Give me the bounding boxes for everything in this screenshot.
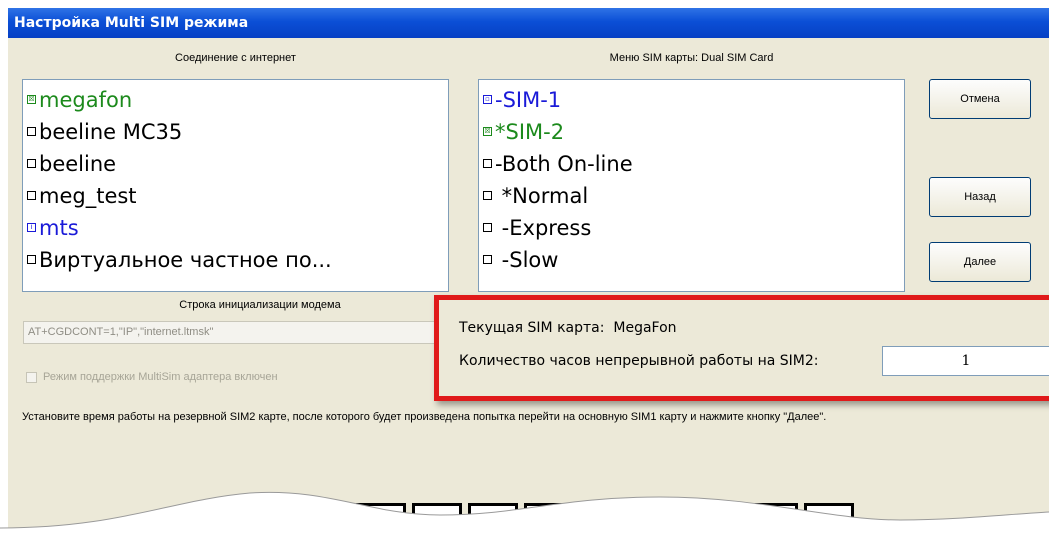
sim-menu-item-label: -Express (495, 216, 592, 240)
checkbox-icon: ▫ (483, 94, 492, 104)
current-sim-label: Текущая SIM карта: (459, 320, 605, 336)
sim-menu-listbox[interactable]: ▫ -SIM-1 ☒ *SIM-2 -Both On-line *Normal -Exp… (478, 79, 905, 292)
connection-item[interactable]: ⅰ mts (25, 212, 448, 244)
sim-menu-item[interactable]: ☒ *SIM-2 (481, 116, 904, 148)
connection-listbox[interactable]: ☒ megafon beeline MC35 beeline meg_test ⅰ mts В… (22, 79, 449, 292)
checkbox-icon: ☒ (27, 94, 36, 104)
multisim-settings-window: Настройка Multi SIM режима Соединение с … (8, 8, 1049, 549)
multisim-checkbox[interactable] (26, 371, 37, 383)
checkbox-icon (27, 158, 36, 168)
connection-caption: Соединение с интернет (175, 52, 296, 64)
sim-menu-caption: Меню SIM карты: Dual SIM Card (609, 52, 774, 64)
window-title: Настройка Multi SIM режима (8, 8, 1049, 38)
key-minus[interactable]: - (748, 503, 798, 549)
sim-menu-item[interactable]: -Express (481, 212, 904, 244)
checkbox-icon: ⅰ (27, 222, 36, 232)
hours-label: Количество часов непрерывной работы на S… (459, 353, 819, 369)
sim-menu-item-label: *Normal (495, 184, 589, 208)
sim-menu-item[interactable]: -Slow (481, 244, 904, 276)
key-2[interactable]: 2 (244, 503, 294, 549)
sim-menu-item-label: -SIM-1 (495, 88, 562, 112)
key-4[interactable]: 4 (356, 503, 406, 549)
key-1[interactable]: 1 (188, 503, 238, 549)
key-0[interactable]: 0 (692, 503, 742, 549)
back-button[interactable]: Назад (929, 177, 1031, 217)
connection-item[interactable]: Виртуальное частное по... (25, 244, 448, 276)
key-3[interactable]: 3 (300, 503, 350, 549)
key-6[interactable]: 6 (468, 503, 518, 549)
connection-item[interactable]: meg_test (25, 180, 448, 212)
connection-item-label: beeline (39, 152, 117, 176)
key-5[interactable]: 5 (412, 503, 462, 549)
init-string-caption: Строка инициализации модема (179, 299, 341, 311)
connection-item-label: meg_test (39, 184, 137, 208)
multisim-checkbox-label: Режим поддержки MultiSim адаптера включе… (43, 371, 278, 383)
sim-menu-item-label: *SIM-2 (495, 120, 565, 144)
checkbox-icon (27, 190, 36, 200)
sim-menu-item-label: -Both On-line (495, 152, 633, 176)
sim-menu-item[interactable]: -Both On-line (481, 148, 904, 180)
sim-menu-list: ▫ -SIM-1 ☒ *SIM-2 -Both On-line *Normal -Exp… (479, 80, 904, 276)
next-button[interactable]: Далее (929, 242, 1031, 282)
key-9[interactable]: 9 (636, 503, 686, 549)
multisim-checkbox-row[interactable]: Режим поддержки MultiSim адаптера включе… (26, 371, 278, 383)
connection-item[interactable]: beeline (25, 148, 448, 180)
checkbox-icon (483, 190, 492, 200)
current-sim-value: MegaFon (613, 320, 677, 336)
checkbox-icon (483, 222, 492, 232)
sim-menu-item-label: -Slow (495, 248, 559, 272)
key-8[interactable]: 8 (580, 503, 630, 549)
checkbox-icon: ☒ (483, 126, 492, 136)
key-7[interactable]: 7 (524, 503, 574, 549)
init-string-input[interactable]: AT+CGDCONT=1,"IP","internet.ltmsk" (23, 321, 498, 344)
connection-list: ☒ megafon beeline MC35 beeline meg_test ⅰ mts В… (23, 80, 448, 276)
connection-item-label: mts (39, 216, 79, 240)
connection-item-label: megafon (39, 88, 133, 112)
checkbox-icon (27, 126, 36, 136)
current-sim-row: Текущая SIM карта: MegaFon (459, 320, 677, 336)
sim-menu-item[interactable]: *Normal (481, 180, 904, 212)
instruction-text: Установите время работы на резервной SIM… (22, 411, 827, 423)
checkbox-icon (27, 254, 36, 264)
sim-status-callout: Текущая SIM карта: MegaFon Количество ча… (434, 295, 1049, 401)
connection-item[interactable]: beeline MC35 (25, 116, 448, 148)
connection-item-label: Виртуальное частное по... (39, 248, 332, 272)
hours-input[interactable]: 1 (882, 346, 1049, 376)
sim-menu-item[interactable]: ▫ -SIM-1 (481, 84, 904, 116)
key-equals[interactable]: = (804, 503, 854, 549)
connection-item-label: beeline MC35 (39, 120, 183, 144)
connection-item[interactable]: ☒ megafon (25, 84, 448, 116)
cancel-button[interactable]: Отмена (929, 79, 1031, 119)
checkbox-icon (483, 254, 492, 264)
checkbox-icon (483, 158, 492, 168)
